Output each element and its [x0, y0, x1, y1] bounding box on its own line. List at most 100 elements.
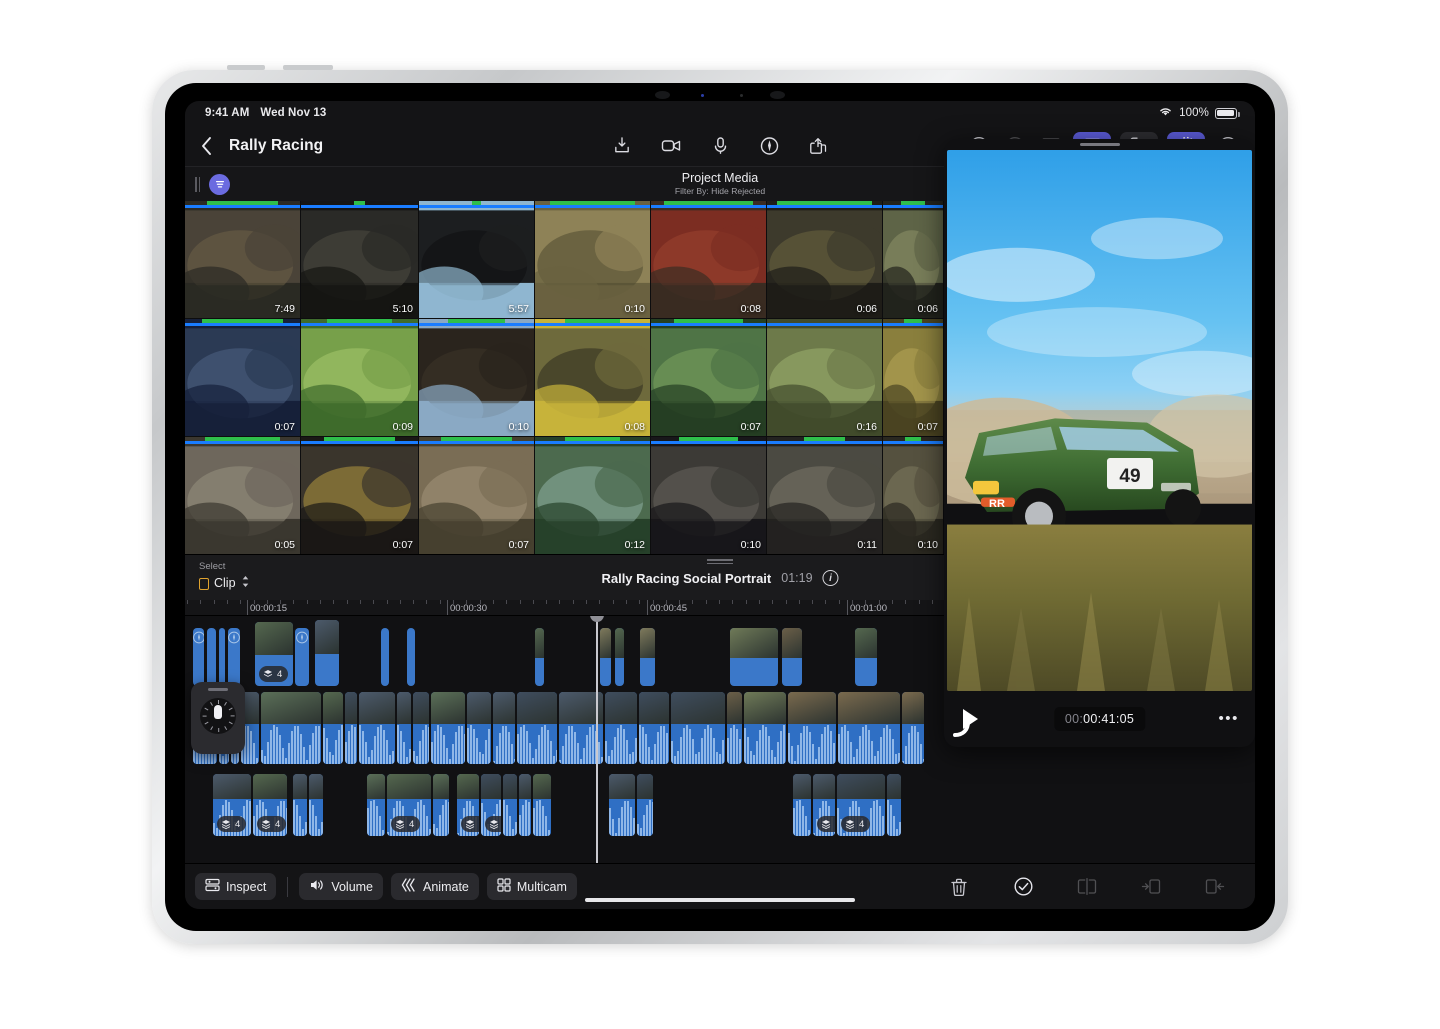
- jog-dial[interactable]: [200, 698, 236, 734]
- timeline-clip[interactable]: [519, 774, 531, 836]
- timeline-clip[interactable]: 4: [457, 774, 479, 836]
- timeline-clip[interactable]: [261, 692, 321, 764]
- timeline-clip[interactable]: 4: [813, 774, 835, 836]
- split-clip-icon[interactable]: [1075, 875, 1099, 899]
- checkmark-circle-icon[interactable]: [1011, 875, 1035, 899]
- media-thumbnail[interactable]: 0:07: [185, 319, 300, 436]
- microphone-icon[interactable]: [707, 132, 734, 159]
- timeline-clip[interactable]: [887, 774, 901, 836]
- media-thumbnail[interactable]: 0:08: [651, 201, 766, 318]
- media-thumbnail[interactable]: 0:07: [301, 437, 418, 554]
- timeline-top-clip[interactable]: 4: [255, 622, 293, 686]
- trash-icon[interactable]: [947, 875, 971, 899]
- viewer-more-icon[interactable]: •••: [1218, 712, 1239, 726]
- media-thumbnail[interactable]: 0:10: [419, 319, 534, 436]
- timeline-clip[interactable]: [367, 774, 385, 836]
- timeline-clip[interactable]: [467, 692, 491, 764]
- magic-wand-circle-icon[interactable]: [756, 132, 783, 159]
- timeline-clip[interactable]: 4: [253, 774, 287, 836]
- timeline-clip[interactable]: [323, 692, 343, 764]
- timeline-clip[interactable]: [359, 692, 395, 764]
- jog-wheel-widget[interactable]: [191, 682, 245, 754]
- timeline-clip[interactable]: [433, 774, 449, 836]
- playhead-handle[interactable]: [589, 616, 604, 622]
- timeline-clip[interactable]: [493, 692, 515, 764]
- timeline-clip[interactable]: 4: [481, 774, 501, 836]
- timeline-clip[interactable]: [345, 692, 357, 764]
- media-thumbnail[interactable]: 5:10: [301, 201, 418, 318]
- media-thumbnail[interactable]: 0:05: [185, 437, 300, 554]
- media-thumbnail[interactable]: 0:07: [651, 319, 766, 436]
- timeline-clip[interactable]: [503, 774, 517, 836]
- panel-grip-icon[interactable]: [707, 559, 733, 566]
- media-thumbnail[interactable]: 5:57: [419, 201, 534, 318]
- bottom-button-inspect[interactable]: Inspect: [195, 873, 277, 900]
- timeline-top-clip[interactable]: [207, 628, 216, 686]
- timeline-clip[interactable]: [788, 692, 836, 764]
- video-camera-icon[interactable]: [658, 132, 685, 159]
- timeline-top-clip[interactable]: [535, 628, 544, 686]
- media-thumbnail[interactable]: 7:49: [185, 201, 300, 318]
- corner-handle-icon[interactable]: [952, 719, 972, 739]
- media-thumbnail[interactable]: 0:07: [419, 437, 534, 554]
- media-thumbnail[interactable]: 0:06: [883, 201, 943, 318]
- timeline-clip[interactable]: [397, 692, 411, 764]
- jog-grip-icon[interactable]: [208, 688, 228, 691]
- timeline-top-clip[interactable]: [295, 628, 309, 686]
- import-media-icon[interactable]: [609, 132, 636, 159]
- timeline-top-clip[interactable]: [315, 620, 339, 686]
- filter-icon[interactable]: [209, 173, 230, 195]
- timeline-clip[interactable]: [727, 692, 742, 764]
- timeline-clip[interactable]: [517, 692, 557, 764]
- media-thumbnail[interactable]: 0:10: [883, 437, 943, 554]
- media-thumbnail[interactable]: 0:16: [767, 319, 882, 436]
- timeline-clip[interactable]: [609, 774, 635, 836]
- timeline-clip[interactable]: [671, 692, 725, 764]
- media-thumbnail[interactable]: 0:09: [301, 319, 418, 436]
- timeline-top-clip[interactable]: [855, 628, 877, 686]
- timeline-top-clip[interactable]: [782, 628, 802, 686]
- timeline-clip[interactable]: [533, 774, 551, 836]
- jog-knob[interactable]: [214, 705, 222, 719]
- bottom-button-multicam[interactable]: Multicam: [486, 873, 577, 900]
- media-thumbnail[interactable]: 0:11: [767, 437, 882, 554]
- timeline-clip[interactable]: [744, 692, 786, 764]
- volume-up-button[interactable]: [227, 65, 265, 70]
- timeline-top-clip[interactable]: [219, 628, 225, 686]
- timeline-top-clip[interactable]: [615, 628, 624, 686]
- timeline-clip[interactable]: [902, 692, 924, 764]
- playhead[interactable]: [589, 616, 604, 863]
- timeline-clip[interactable]: [637, 774, 653, 836]
- timeline-top-clip[interactable]: [640, 628, 655, 686]
- timeline-clip[interactable]: [293, 774, 307, 836]
- media-thumbnail[interactable]: 0:10: [535, 201, 650, 318]
- volume-down-button[interactable]: [283, 65, 333, 70]
- timeline-clip[interactable]: [605, 692, 637, 764]
- home-indicator[interactable]: [585, 897, 855, 902]
- timeline-clip[interactable]: [639, 692, 669, 764]
- media-thumbnail[interactable]: 0:10: [651, 437, 766, 554]
- timeline-clip[interactable]: [431, 692, 465, 764]
- timeline-clip[interactable]: 4: [213, 774, 251, 836]
- timeline-top-clip[interactable]: [407, 628, 415, 686]
- viewer-grip-icon[interactable]: [944, 139, 1255, 150]
- bottom-button-volume[interactable]: Volume: [299, 873, 384, 900]
- insert-right-icon[interactable]: [1203, 875, 1227, 899]
- viewer-video[interactable]: 49 RR: [947, 150, 1252, 691]
- media-thumbnail[interactable]: 0:07: [883, 319, 943, 436]
- share-export-icon[interactable]: [805, 132, 832, 159]
- timeline-top-clip[interactable]: [730, 628, 778, 686]
- timecode-display[interactable]: 00:00:41:05: [1053, 707, 1146, 731]
- timeline-clip[interactable]: [793, 774, 811, 836]
- timeline-top-clip[interactable]: [381, 628, 389, 686]
- drag-handle-icon[interactable]: [195, 176, 200, 192]
- info-circle-icon[interactable]: i: [822, 570, 839, 586]
- insert-left-icon[interactable]: [1139, 875, 1163, 899]
- timeline-clip[interactable]: [413, 692, 429, 764]
- timeline-clip[interactable]: [309, 774, 323, 836]
- timeline-clip[interactable]: 4: [387, 774, 431, 836]
- media-thumbnail[interactable]: 0:08: [535, 319, 650, 436]
- media-thumbnail[interactable]: 0:06: [767, 201, 882, 318]
- timeline-clip[interactable]: 4: [837, 774, 885, 836]
- media-thumbnail[interactable]: 0:12: [535, 437, 650, 554]
